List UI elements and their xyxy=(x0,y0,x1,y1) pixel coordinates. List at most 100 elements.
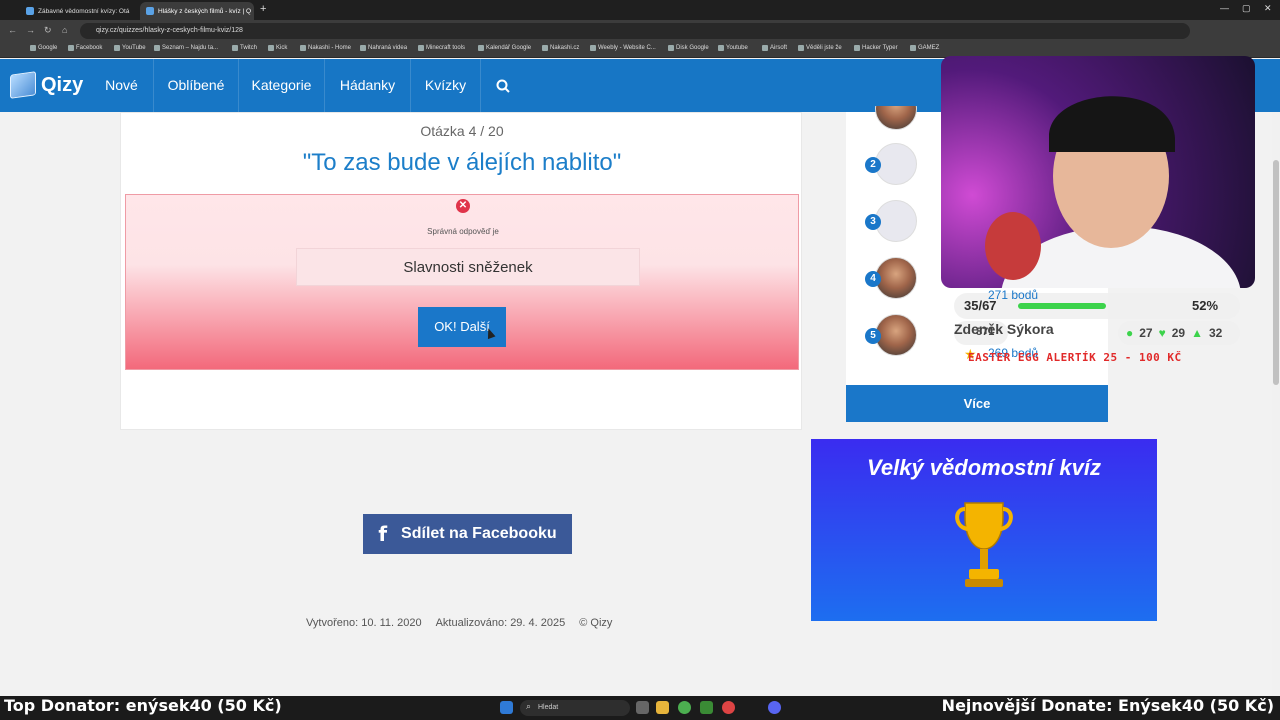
close-tab-icon[interactable]: ✕ xyxy=(133,7,134,16)
easter-egg-alert: EASTER EGG ALERTÍK 25 - 100 KČ xyxy=(968,351,1182,364)
avatar xyxy=(875,314,917,356)
stat-b: 29 xyxy=(1171,326,1186,340)
url-input[interactable]: qizy.cz/quizzes/hlasky-z-ceskych-filmu-k… xyxy=(80,23,1190,39)
correct-answer-label: Správná odpověď je xyxy=(427,227,499,236)
progress-bar xyxy=(1018,303,1106,309)
copyright: © Qizy xyxy=(579,617,613,629)
search-icon: ⌕ xyxy=(526,701,532,711)
browser-tab-bar: Zábavné vědomostní kvízy: Otá✕ Hlášky z … xyxy=(0,0,1280,20)
task-view-icon[interactable] xyxy=(636,701,649,714)
bookmark-item[interactable]: Minecraft tools xyxy=(418,45,465,51)
tab-title: Zábavné vědomostní kvízy: Otá xyxy=(38,7,130,15)
windows-start-icon[interactable] xyxy=(500,701,513,714)
minimize-icon[interactable]: — xyxy=(1220,3,1229,13)
search-icon[interactable] xyxy=(481,59,525,112)
avatar xyxy=(875,106,917,130)
updated-date: Aktualizováno: 29. 4. 2025 xyxy=(435,617,566,629)
nav-item-favorites[interactable]: Oblíbené xyxy=(154,59,239,112)
webcam-overlay xyxy=(941,56,1255,288)
stat-a: 27 xyxy=(1139,326,1153,340)
leaderboard-entry: 4 xyxy=(865,257,921,299)
bookmark-item[interactable]: Hacker Typer xyxy=(854,45,898,51)
bookmark-item[interactable]: Google xyxy=(30,45,57,51)
leaderboard-entry: 5 xyxy=(865,314,921,356)
scrollbar-thumb[interactable] xyxy=(1273,160,1279,385)
nav-item-riddles[interactable]: Hádanky xyxy=(325,59,411,112)
bookmark-item[interactable]: Nahraná videa xyxy=(360,45,407,51)
bookmark-item[interactable]: Kalendář Google xyxy=(478,45,531,51)
facebook-icon: f xyxy=(378,522,388,546)
discord-icon[interactable] xyxy=(768,701,781,714)
bookmark-item[interactable]: Disk Google xyxy=(668,45,709,51)
file-explorer-icon[interactable] xyxy=(656,701,669,714)
error-icon: ✕ xyxy=(456,199,470,213)
leaderboard-entry: 2 xyxy=(865,143,921,185)
bookmark-item[interactable]: Seznam – Najdu ta... xyxy=(154,45,218,51)
bookmark-item[interactable]: YouTube xyxy=(114,45,146,51)
forward-icon[interactable]: → xyxy=(26,25,35,35)
wrong-answer-panel: ✕ Správná odpověď je Slavnosti sněženek … xyxy=(125,194,799,370)
trophy-icon xyxy=(955,502,1013,587)
leaderboard-entry xyxy=(871,106,921,130)
tab-title: Hlášky z českých filmů - kvíz | Q xyxy=(158,7,252,15)
fire-icon: ▲ xyxy=(1191,326,1203,340)
rank-number: 3 xyxy=(865,214,881,230)
share-facebook-button[interactable]: f Sdílet na Facebooku xyxy=(363,514,572,554)
bookmark-item[interactable]: Facebook xyxy=(68,45,102,51)
minecraft-icon[interactable] xyxy=(700,701,713,714)
qizy-logo[interactable]: Qizy xyxy=(10,71,83,99)
bookmark-item[interactable]: GAMEZ xyxy=(910,45,939,51)
browser-tab-active[interactable]: Hlášky z českých filmů - kvíz | Q✕ xyxy=(140,2,254,20)
streamer-webcam-image xyxy=(985,96,1241,288)
next-question-button[interactable]: OK! Další xyxy=(418,307,506,347)
rank-number: 4 xyxy=(865,271,881,287)
tab-favicon-icon xyxy=(146,7,154,15)
users-icon: ● xyxy=(1126,326,1134,340)
cube-logo-icon xyxy=(10,71,36,99)
maximize-icon[interactable]: ▢ xyxy=(1242,3,1251,14)
rank-number: 5 xyxy=(865,328,881,344)
quiz-ad-banner[interactable]: Velký vědomostní kvíz xyxy=(811,439,1157,621)
correct-answer: Slavnosti sněženek xyxy=(296,248,640,286)
chrome-icon[interactable] xyxy=(678,701,691,714)
nav-item-categories[interactable]: Kategorie xyxy=(239,59,325,112)
footer: Vytvořeno: 10. 11. 2020 Aktualizováno: 2… xyxy=(306,617,612,629)
bookmark-item[interactable]: Youtube xyxy=(718,45,748,51)
stat-c: 32 xyxy=(1208,326,1223,340)
back-icon[interactable]: ← xyxy=(8,25,17,35)
bookmark-item[interactable]: Nakashi - Home xyxy=(300,45,351,51)
home-icon[interactable]: ⌂ xyxy=(62,25,67,35)
rank-number: 2 xyxy=(865,157,881,173)
bookmark-item[interactable]: Věděli jste že xyxy=(798,45,842,51)
nav-item-new[interactable]: Nové xyxy=(90,59,154,112)
avatar xyxy=(875,200,917,242)
question-counter: Otázka 4 / 20 xyxy=(420,123,504,139)
close-window-icon[interactable]: ✕ xyxy=(1264,3,1272,14)
new-tab-icon[interactable]: + xyxy=(260,3,266,15)
app-icon[interactable] xyxy=(722,701,735,714)
question-text: "To zas bude v álejích nablito" xyxy=(302,149,622,176)
heart-icon: ♥ xyxy=(1158,326,1166,340)
bookmark-item[interactable]: Nakashi.cz xyxy=(542,45,579,51)
tab-favicon-icon xyxy=(26,7,34,15)
address-bar-area: ← → ↻ ⌂ qizy.cz/quizzes/hlasky-z-ceskych… xyxy=(0,20,1280,42)
more-button[interactable]: Více xyxy=(846,385,1108,422)
points-label: 271 bodů xyxy=(988,288,1039,302)
viewer-stats-overlay: ● 27 ♥ 29 ▲ 32 xyxy=(1118,321,1240,345)
avatar xyxy=(875,143,917,185)
bookmark-item[interactable]: Kick xyxy=(268,45,287,51)
leaderboard-name: Zdeněk Sýkora xyxy=(954,321,1054,337)
browser-tab[interactable]: Zábavné vědomostní kvízy: Otá✕ xyxy=(20,2,134,20)
ad-title: Velký vědomostní kvíz xyxy=(867,455,1101,480)
top-donator-text: Top Donator: enýsek40 (50 Kč) xyxy=(4,696,282,715)
reload-icon[interactable]: ↻ xyxy=(44,25,52,36)
latest-donate-text: Nejnovější Donate: Enýsek40 (50 Kč) xyxy=(941,696,1274,715)
quiz-card: Otázka 4 / 20 "To zas bude v álejích nab… xyxy=(120,112,802,430)
bookmark-item[interactable]: Airsoft xyxy=(762,45,787,51)
progress-percent: 52% xyxy=(1192,298,1219,313)
nav-item-quizzes[interactable]: Kvízky xyxy=(411,59,481,112)
taskbar-search[interactable]: Hledat xyxy=(520,700,630,716)
bookmark-item[interactable]: Twitch xyxy=(232,45,257,51)
avatar xyxy=(875,257,917,299)
bookmark-item[interactable]: Weebly - Website C... xyxy=(590,45,656,51)
